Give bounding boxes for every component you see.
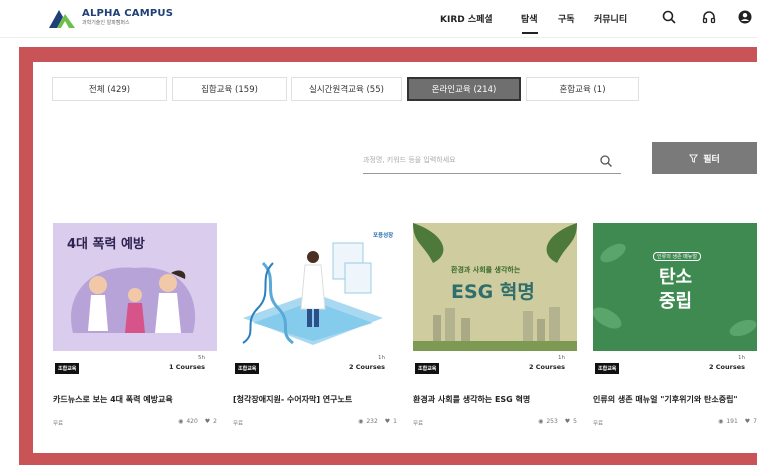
course-thumbnail[interactable]: 인류의 생존 매뉴얼 탄소 중립 — [593, 223, 757, 351]
duration-text: 1h — [378, 355, 385, 361]
tab-all[interactable]: 전체 (429) — [52, 77, 167, 101]
tab-blended[interactable]: 혼합교육 (1) — [526, 77, 639, 101]
view-count: 253 — [546, 418, 558, 425]
search-icon[interactable] — [599, 154, 613, 168]
tab-label: 혼합교육 (1) — [559, 85, 606, 95]
course-title[interactable]: 카드뉴스로 보는 4대 폭력 예방교육 — [53, 394, 217, 405]
search-icon[interactable] — [661, 9, 677, 25]
logo-subtitle: 과학기술인 알파캠퍼스 — [82, 20, 130, 26]
view-count: 191 — [726, 418, 738, 425]
filter-button[interactable]: 필터 — [652, 142, 757, 174]
like-count: 1 — [393, 418, 397, 425]
nav-active-indicator — [522, 32, 538, 34]
course-card[interactable]: 포용성장 조합교육 1h 2 Courses [청각장애지원- 수어자막] 연구… — [233, 223, 397, 433]
card-stats: ◉ 253 ♥ 5 — [538, 418, 577, 425]
thumbnail-subtitle: 환경과 사회를 생각하는 — [451, 266, 521, 274]
tab-label: 전체 (429) — [88, 85, 131, 95]
alpha-campus-logo[interactable] — [47, 6, 77, 31]
tab-label: 실시간원격교육 (55) — [309, 85, 384, 95]
course-title[interactable]: 환경과 사회를 생각하는 ESG 혁명 — [413, 394, 577, 405]
price-text: 무료 — [53, 421, 64, 427]
course-card[interactable]: 4대 폭력 예방 조합교육 5h 1 Courses 카드뉴스로 보는 4대 폭… — [53, 223, 217, 433]
heart-icon: ♥ — [564, 418, 571, 425]
user-account-icon[interactable] — [737, 9, 753, 25]
thumbnail-title: ESG 혁명 — [451, 281, 535, 303]
eye-icon: ◉ — [178, 418, 184, 425]
category-badge: 조합교육 — [595, 363, 620, 374]
researcher-illustration — [242, 242, 383, 345]
course-count: 2 Courses — [708, 363, 745, 371]
duration-text: 1h — [738, 355, 745, 361]
like-count: 5 — [573, 418, 577, 425]
price-text: 무료 — [233, 421, 244, 427]
thumbnail-tag: 인류의 생존 매뉴얼 — [653, 252, 701, 261]
course-thumbnail[interactable]: 4대 폭력 예방 — [53, 223, 217, 351]
nav-explore[interactable]: 탐색 — [521, 12, 538, 25]
course-title[interactable]: [청각장애지원- 수어자막] 연구노트 — [233, 394, 397, 405]
tab-offline[interactable]: 집합교육 (159) — [172, 77, 287, 101]
search-input[interactable] — [363, 156, 593, 164]
category-badge: 조합교육 — [235, 363, 260, 374]
like-count: 2 — [213, 418, 217, 425]
like-count: 7 — [753, 418, 757, 425]
card-stats: ◉ 191 ♥ 7 — [718, 418, 757, 425]
eye-icon: ◉ — [538, 418, 544, 425]
funnel-icon — [689, 153, 699, 163]
category-badge: 조합교육 — [415, 363, 440, 374]
heart-icon: ♥ — [744, 418, 751, 425]
tab-label: 집합교육 (159) — [201, 85, 258, 95]
course-card[interactable]: 인류의 생존 매뉴얼 탄소 중립 조합교육 1h 2 Courses 인류의 생… — [593, 223, 757, 433]
card-stats: ◉ 232 ♥ 1 — [358, 418, 397, 425]
price-text: 무료 — [413, 421, 424, 427]
headphones-icon[interactable] — [701, 9, 717, 25]
thumbnail-logo-text: 포용성장 — [373, 233, 394, 239]
logo-text[interactable]: ALPHA CAMPUS 과학기술인 알파캠퍼스 — [82, 8, 173, 27]
course-count: 1 Courses — [168, 363, 205, 371]
view-count: 232 — [366, 418, 378, 425]
top-header: ALPHA CAMPUS 과학기술인 알파캠퍼스 KIRD 스페셜 탐색 구독 … — [0, 0, 757, 38]
nav-kird-special[interactable]: KIRD 스페셜 — [440, 12, 493, 25]
nav-community[interactable]: 커뮤니티 — [594, 12, 627, 25]
heart-icon: ♥ — [204, 418, 211, 425]
course-count: 2 Courses — [348, 363, 385, 371]
course-thumbnail[interactable]: 환경과 사회를 생각하는 ESG 혁명 — [413, 223, 577, 351]
tab-online[interactable]: 온라인교육 (214) — [407, 77, 521, 101]
duration-text: 5h — [198, 355, 205, 361]
filter-label: 필터 — [703, 154, 720, 165]
nav-subscribe[interactable]: 구독 — [558, 12, 575, 25]
card-stats: ◉ 420 ♥ 2 — [178, 418, 217, 425]
eye-icon: ◉ — [718, 418, 724, 425]
course-thumbnail[interactable]: 포용성장 — [233, 223, 397, 351]
thumbnail-title-line2: 중립 — [659, 291, 693, 312]
tab-label: 온라인교육 (214) — [431, 85, 497, 95]
course-card[interactable]: 환경과 사회를 생각하는 ESG 혁명 조합교육 1h 2 Courses 환경… — [413, 223, 577, 433]
heart-icon: ♥ — [384, 418, 391, 425]
thumbnail-title: 4대 폭력 예방 — [67, 237, 145, 252]
course-title[interactable]: 인류의 생존 매뉴얼 "기후위기와 탄소중립" — [593, 394, 757, 405]
duration-text: 1h — [558, 355, 565, 361]
thumbnail-title-line1: 탄소 — [659, 267, 693, 288]
view-count: 420 — [186, 418, 198, 425]
tab-live-remote[interactable]: 실시간원격교육 (55) — [291, 77, 402, 101]
category-badge: 조합교육 — [55, 363, 80, 374]
search-bar — [363, 150, 621, 174]
course-count: 2 Courses — [528, 363, 565, 371]
price-text: 무료 — [593, 421, 604, 427]
eye-icon: ◉ — [358, 418, 364, 425]
logo-title: ALPHA CAMPUS — [82, 8, 174, 19]
